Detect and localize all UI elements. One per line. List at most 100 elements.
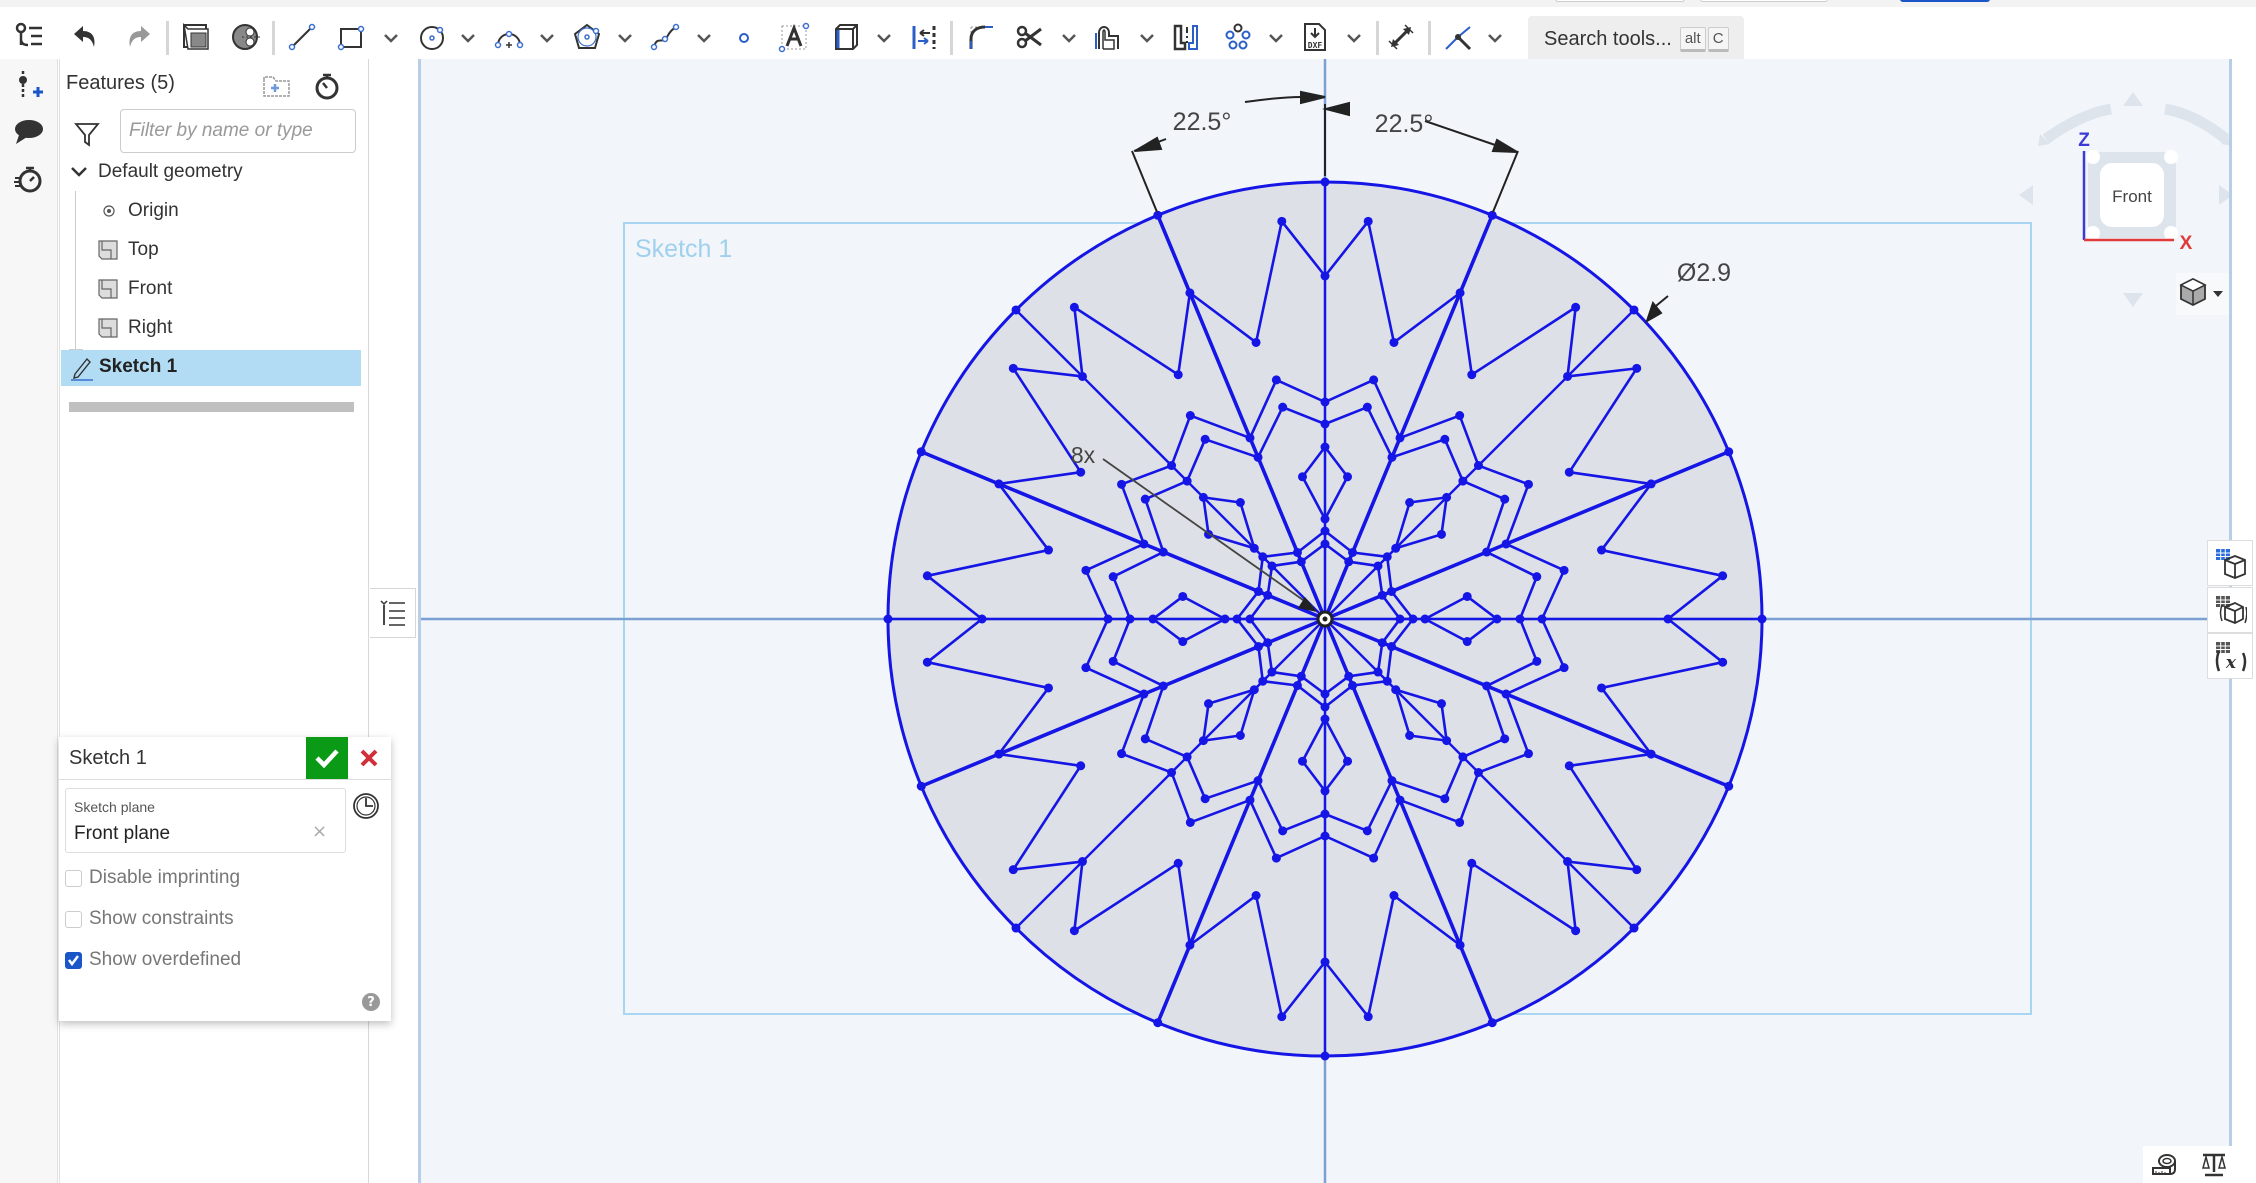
sketch-vertex[interactable] [1724, 781, 1734, 791]
sketch-vertex[interactable] [1182, 476, 1192, 486]
sketch-vertex[interactable] [1563, 371, 1573, 381]
help-button[interactable]: ? [362, 993, 380, 1011]
sketch-vertex[interactable] [1455, 940, 1465, 950]
sketch-vertex[interactable] [1348, 547, 1358, 557]
sketch-vertex[interactable] [1455, 288, 1465, 298]
sketch-vertex[interactable] [1108, 572, 1118, 582]
sketch-vertex[interactable] [1571, 926, 1581, 936]
sketch-vertex[interactable] [1559, 663, 1569, 673]
sketch-vertex[interactable] [1263, 638, 1273, 648]
section-view-button[interactable] [226, 17, 266, 57]
sketch-vertex[interactable] [1387, 452, 1397, 462]
sketch-vertex[interactable] [1646, 479, 1656, 489]
pattern-tool-button[interactable] [1218, 17, 1258, 57]
sketch-vertex[interactable] [1198, 736, 1208, 746]
sketch-vertex[interactable] [1185, 411, 1195, 421]
sketch-vertex[interactable] [1405, 730, 1415, 740]
box-tool-button[interactable] [826, 17, 866, 57]
sketch-vertex[interactable] [1043, 545, 1053, 555]
sketch-vertex[interactable] [1458, 476, 1468, 486]
sketch-vertex[interactable] [1320, 1051, 1330, 1061]
sketch-vertex[interactable] [1382, 552, 1392, 562]
sketch-vertex[interactable] [1482, 547, 1492, 557]
sketch-vertex[interactable] [1278, 402, 1288, 412]
sketch-vertex[interactable] [1363, 216, 1373, 226]
sketch-vertex[interactable] [1597, 545, 1607, 555]
comments-button[interactable] [13, 115, 45, 147]
sketch-vertex[interactable] [1320, 809, 1330, 819]
sketch-vertex[interactable] [1320, 514, 1330, 524]
sketch-vertex[interactable] [1487, 1018, 1497, 1028]
sketch-vertex[interactable] [1389, 891, 1399, 901]
sketch-vertex[interactable] [1185, 817, 1195, 827]
sketch-vertex[interactable] [1076, 467, 1086, 477]
sketch-vertex[interactable] [1501, 689, 1511, 699]
sketch-vertex[interactable] [1292, 681, 1302, 691]
sketch-vertex[interactable] [1076, 761, 1086, 771]
sketch-vertex[interactable] [1153, 210, 1163, 220]
sketch-vertex[interactable] [1597, 683, 1607, 693]
view-options-button[interactable] [2176, 273, 2229, 315]
use-tool-button[interactable] [1167, 17, 1207, 57]
sketch-vertex[interactable] [1395, 795, 1405, 805]
sketch-vertex[interactable] [1296, 671, 1306, 681]
feature-list-collapse-button[interactable] [370, 588, 416, 638]
cancel-sketch-button[interactable] [351, 737, 387, 779]
sketch-vertex[interactable] [1344, 671, 1354, 681]
sketch-vertex[interactable] [1235, 730, 1245, 740]
undo-button[interactable] [66, 17, 106, 57]
sketch-vertex[interactable] [1391, 685, 1401, 695]
sketch-vertex[interactable] [1500, 494, 1510, 504]
sketch-vertex[interactable] [1245, 433, 1255, 443]
sketch-canvas[interactable]: Sketch 1 22.5° 22.5° Ø2.9 8x Front Z X [421, 59, 2229, 1183]
sketch-vertex[interactable] [1251, 891, 1261, 901]
sketch-vertex[interactable] [1077, 857, 1087, 867]
sketch-vertex[interactable] [1292, 547, 1302, 557]
sketch-vertex[interactable] [1564, 761, 1574, 771]
sketch-vertex[interactable] [1320, 442, 1330, 452]
sketch-vertex[interactable] [1718, 657, 1728, 667]
dimension-tool-button[interactable] [1381, 17, 1421, 57]
sketch-vertex[interactable] [1515, 614, 1525, 624]
sketch-vertex[interactable] [1077, 371, 1087, 381]
dxf-import-button[interactable]: DXF [1295, 17, 1335, 57]
feature-tree-button[interactable] [9, 17, 49, 57]
measure-button[interactable] [2149, 1150, 2179, 1180]
sketch-vertex[interactable] [1263, 590, 1273, 600]
sketch-vertex[interactable] [1320, 957, 1330, 967]
rotate-right-arrow[interactable] [2163, 103, 2229, 144]
rectangle-dropdown[interactable] [380, 27, 402, 49]
fillet-tool-button[interactable] [961, 17, 1001, 57]
sketch-vertex[interactable] [1251, 337, 1261, 347]
sketch-vertex[interactable] [1185, 288, 1195, 298]
sketch-vertex[interactable] [1462, 637, 1472, 647]
sketch-vertex[interactable] [1343, 756, 1353, 766]
sketch-vertex[interactable] [1081, 663, 1091, 673]
sketch-vertex[interactable] [1271, 375, 1281, 385]
trim-dropdown[interactable] [1058, 27, 1080, 49]
arc-tool-button[interactable] [489, 17, 529, 57]
point-tool-button[interactable] [724, 17, 764, 57]
sketch-vertex[interactable] [1467, 858, 1477, 868]
sketch-vertex[interactable] [1011, 923, 1021, 933]
circle-dropdown[interactable] [457, 27, 479, 49]
sketch-vertex[interactable] [1632, 363, 1642, 373]
sketch-vertex[interactable] [1436, 699, 1446, 709]
sketch-vertex[interactable] [1232, 614, 1242, 624]
sketch-vertex[interactable] [1297, 756, 1307, 766]
sketch-vertex[interactable] [1377, 638, 1387, 648]
sketch-vertex[interactable] [1278, 826, 1288, 836]
sketch-vertex[interactable] [1440, 434, 1450, 444]
sketch-vertex[interactable] [1382, 676, 1392, 686]
polygon-dropdown[interactable] [614, 27, 636, 49]
sketch-vertex[interactable] [1389, 337, 1399, 347]
sketch-vertex[interactable] [922, 657, 932, 667]
sketch-vertex[interactable] [1629, 305, 1639, 315]
disable-imprinting-checkbox[interactable]: Disable imprinting [65, 867, 240, 889]
tree-item-origin[interactable]: Origin [96, 199, 179, 223]
variables-button[interactable]: x [2207, 633, 2253, 679]
sketch-vertex[interactable] [1455, 411, 1465, 421]
sketch-vertex[interactable] [1140, 494, 1150, 504]
sketch-vertex[interactable] [1253, 452, 1263, 462]
sketch-vertex[interactable] [1320, 539, 1330, 549]
